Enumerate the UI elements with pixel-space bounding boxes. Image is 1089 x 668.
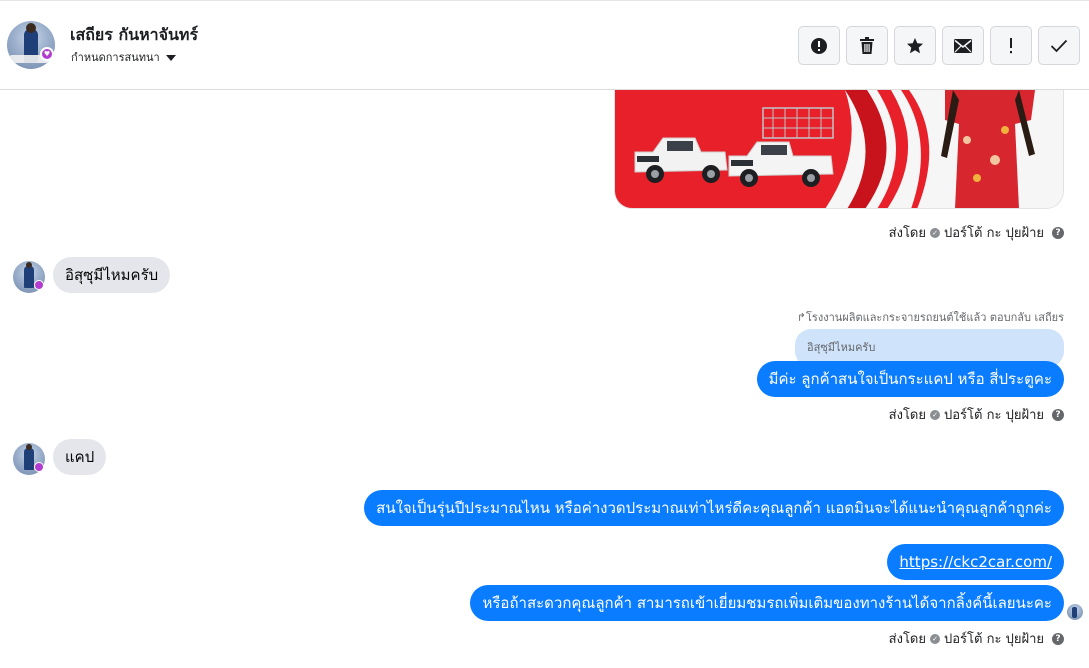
verified-check-icon: ✓ [930,409,940,420]
shared-image-attachment[interactable] [614,90,1064,209]
help-icon[interactable]: ? [1052,632,1064,645]
sender-name[interactable]: ปอร์โต้ กะ ปุยฝ้าย [944,628,1044,649]
sent-by-label: ส่งโดย ✓ ปอร์โต้ กะ ปุยฝ้าย ? [889,628,1064,649]
alert-circle-icon [811,37,827,54]
sent-by-prefix: ส่งโดย [888,632,926,647]
contact-avatar[interactable] [7,21,55,69]
sender-name[interactable]: ปอร์โต้ กะ ปุยฝ้าย [944,222,1044,243]
conversation-header: ♥ เสถียร กันหาจันทร์ กำหนดการสนทนา [0,0,1089,90]
outgoing-message[interactable]: มีค่ะ ลูกค้าสนใจเป็นกระแคป หรือ สี่ประตู… [756,361,1064,397]
mark-important-button[interactable] [990,26,1032,65]
conversation-label-dropdown[interactable]: กำหนดการสนทนา [71,48,176,66]
check-icon [1050,39,1068,52]
sent-by-prefix: ส่งโดย [888,226,926,241]
outgoing-message[interactable]: สนใจเป็นรุ่นปีประมาณไหน หรือค่างวดประมาณ… [364,490,1064,526]
incoming-message[interactable]: อิสุซุมีไหมครับ [53,257,171,293]
report-spam-button[interactable] [798,26,840,65]
outgoing-message[interactable]: หรือถ้าสะดวกคุณลูกค้า สามารถเข้าเยี่ยมชม… [470,585,1064,621]
messenger-badge-icon [34,462,44,472]
seen-avatar [1067,604,1083,620]
mark-unread-button[interactable] [942,26,984,65]
conversation-label-text: กำหนดการสนทนา [71,51,160,64]
inbox-conversation: ♥ เสถียร กันหาจันทร์ กำหนดการสนทนา ส่งโด… [0,0,1089,668]
messenger-badge-icon [34,280,44,290]
verified-check-icon: ✓ [930,633,940,644]
outgoing-link-message[interactable]: https://ckc2car.com/ [887,544,1064,580]
mark-done-button[interactable] [1038,26,1080,65]
incoming-message[interactable]: แคป [53,439,107,475]
delete-button[interactable] [846,26,888,65]
star-button[interactable] [894,26,936,65]
sender-name[interactable]: ปอร์โต้ กะ ปุยฝ้าย [944,404,1044,425]
contact-name[interactable]: เสถียร กันหาจันทร์ [70,23,198,48]
website-link[interactable]: https://ckc2car.com/ [899,553,1052,571]
verified-check-icon: ✓ [930,227,940,238]
sent-by-prefix: ส่งโดย [888,408,926,423]
sent-by-label: ส่งโดย ✓ ปอร์โต้ กะ ปุยฝ้าย ? [889,404,1064,425]
sent-by-label: ส่งโดย ✓ ปอร์โต้ กะ ปุยฝ้าย ? [889,222,1064,243]
reply-context-label: ↱โรงงานผลิตและกระจายรถยนต์ใช้แล้ว ตอบกลั… [796,311,1064,324]
envelope-icon [954,38,972,53]
exclamation-icon [1010,37,1012,53]
help-icon[interactable]: ? [1052,408,1064,421]
trash-icon [860,36,874,54]
messenger-badge-icon: ♥ [40,47,54,61]
reply-arrow-icon: ↱ [796,311,807,324]
caret-down-icon [165,55,176,61]
help-icon[interactable]: ? [1052,226,1064,239]
star-icon [907,37,923,53]
conversation-toolbar [798,26,1080,66]
pickup-trucks-ad-image [615,90,1063,208]
